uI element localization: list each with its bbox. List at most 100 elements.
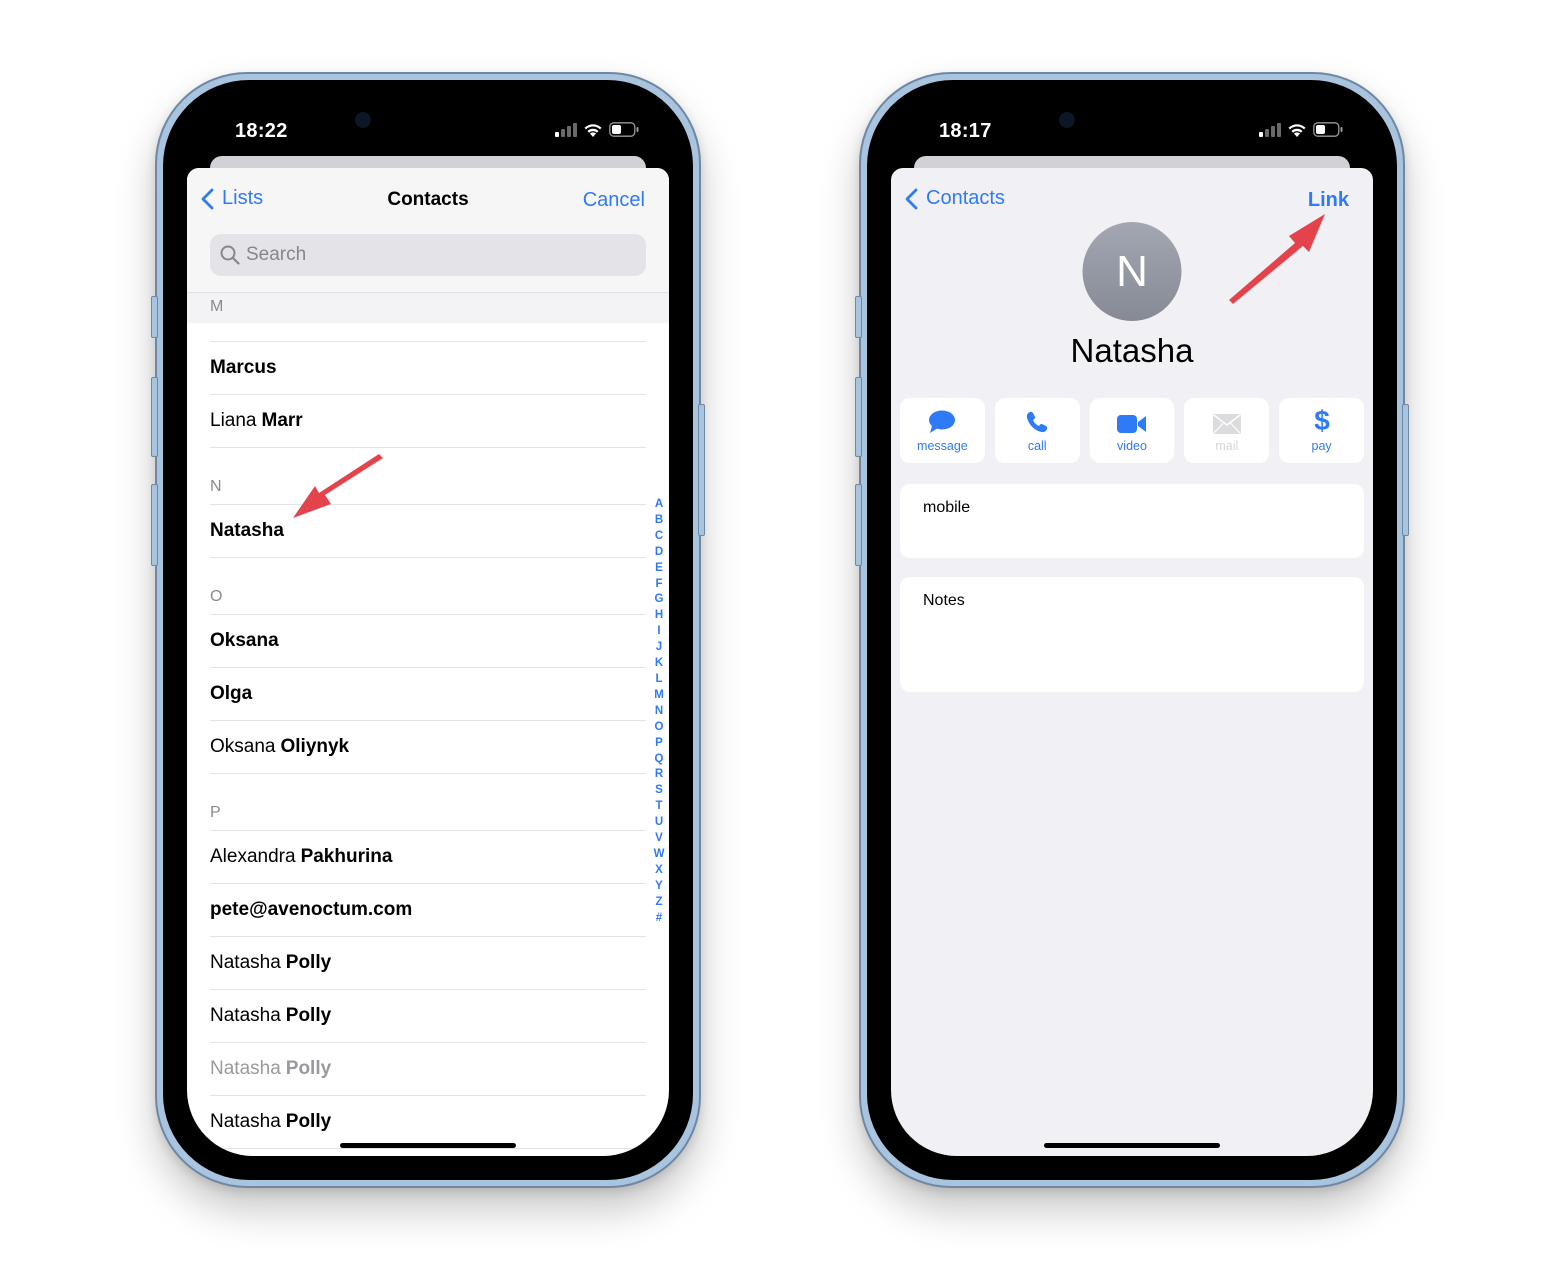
back-button[interactable]: Contacts [905,187,1005,210]
index-letter[interactable]: # [656,911,662,927]
mail-button[interactable]: mail [1184,398,1270,463]
volume-down-button [855,484,862,566]
index-letter[interactable]: Z [655,895,662,911]
battery-icon [1313,122,1343,137]
notes-field[interactable]: Notes [900,577,1364,692]
home-indicator[interactable] [340,1143,516,1148]
contact-row[interactable]: Oksana Oliynyk [210,720,646,774]
index-letter[interactable]: M [654,688,664,704]
power-button [698,404,705,536]
contact-row[interactable]: Natasha Polly [210,1042,646,1095]
contact-row[interactable]: Olga [210,667,646,720]
index-letter[interactable]: J [656,640,662,656]
section-letter: O [210,588,223,605]
contact-first-name: Natasha [210,952,281,973]
section-letter: N [210,478,222,495]
index-letter[interactable]: C [655,529,663,545]
mobile-label: mobile [923,499,971,516]
avatar-initial: N [1116,246,1148,296]
index-letter[interactable]: R [655,767,663,783]
message-button[interactable]: message [900,398,985,463]
front-camera [1059,112,1075,128]
index-letter[interactable]: L [655,672,662,688]
mute-switch [151,296,158,338]
contact-row[interactable]: Natasha Polly [210,1095,646,1149]
contact-first-name: Natasha [210,1058,281,1079]
cancel-button[interactable]: Cancel [583,189,645,212]
search-input[interactable]: Search [210,234,646,276]
bezel: 18:22 Lists Contacts Cancel Search M Mar… [163,80,693,1180]
index-letter[interactable]: Y [655,879,663,895]
index-letter[interactable]: I [657,624,660,640]
pay-button[interactable]: $ pay [1279,398,1364,463]
contact-row[interactable]: pete@avenoctum.com [210,883,646,936]
index-letter[interactable]: G [655,592,664,608]
contact-list[interactable]: M Marcus Liana Marr N Natasha O Oksana Olga Oksan… [187,292,669,1149]
call-label: call [1027,439,1047,453]
index-letter[interactable]: S [655,783,663,799]
right-screen: 18:17 Contacts Link N Natasha message ca… [891,104,1373,1156]
index-letter[interactable]: W [654,847,665,863]
mobile-field[interactable]: mobile [900,484,1364,558]
index-letter[interactable]: D [655,545,663,561]
contact-row[interactable]: Natasha Polly [210,989,646,1042]
index-letter[interactable]: B [655,513,663,529]
front-camera [355,112,371,128]
cellular-signal-icon [555,122,577,137]
search-icon [220,245,240,265]
section-letter: P [210,804,221,821]
index-letter[interactable]: K [655,656,663,672]
contact-last-name: Marr [261,410,303,431]
index-letter[interactable]: A [655,497,663,513]
contact-detail-sheet: Contacts Link N Natasha message call vid… [891,168,1373,1156]
contact-last-name: Natasha [210,520,284,541]
mail-label: mail [1215,439,1239,453]
index-letter[interactable]: E [655,561,663,577]
home-indicator[interactable] [1044,1143,1220,1148]
index-letter[interactable]: F [655,577,662,593]
index-letter[interactable]: H [655,608,663,624]
contact-row[interactable]: Natasha [210,504,646,558]
quick-actions: message call video mail $ pay [900,398,1364,463]
index-letter[interactable]: O [655,720,664,736]
contact-last-name: Olga [210,683,253,704]
message-bubble-icon [929,410,956,433]
index-letter[interactable]: N [655,704,663,720]
svg-text:$: $ [1314,406,1330,434]
contact-row[interactable]: Oksana [210,614,646,667]
bezel: 18:17 Contacts Link N Natasha message ca… [867,80,1397,1180]
status-time: 18:17 [939,120,992,142]
contact-last-name: Polly [285,1005,332,1026]
right-phone-frame: 18:17 Contacts Link N Natasha message ca… [855,72,1409,1188]
contact-name: Natasha [1070,332,1194,369]
link-button[interactable]: Link [1308,189,1349,212]
index-letter[interactable]: Q [655,752,664,768]
pay-label: pay [1311,439,1332,453]
index-letter[interactable]: T [655,799,662,815]
video-button[interactable]: video [1089,398,1175,463]
call-button[interactable]: call [994,398,1080,463]
contact-row[interactable]: Liana Marr [210,394,646,448]
contact-last-name: pete@avenoctum.com [210,899,413,920]
contact-first-name: Alexandra [210,846,296,867]
wifi-icon [584,124,602,137]
contact-first-name: Oksana [210,736,276,757]
index-letter[interactable]: P [655,736,663,752]
back-label: Contacts [926,187,1005,209]
phone-icon [1027,411,1048,433]
message-label: message [917,439,968,453]
section-index-bar[interactable]: A B C D E F G H I J K L M N O P Q R S T U V W X Y Z # [652,497,666,926]
contact-row[interactable]: Alexandra Pakhurina [210,830,646,883]
contact-first-name: Natasha [210,1111,281,1132]
contacts-picker-sheet: Lists Contacts Cancel Search M Marcus Lian… [187,168,669,1156]
index-letter[interactable]: V [655,831,663,847]
index-letter[interactable]: X [655,863,663,879]
video-camera-icon [1116,415,1146,433]
dollar-icon: $ [1314,406,1330,434]
video-label: video [1117,439,1147,453]
contact-row[interactable]: Marcus [210,341,646,394]
envelope-icon [1212,414,1241,434]
contact-row[interactable]: Natasha Polly [210,936,646,989]
battery-icon [609,122,639,137]
index-letter[interactable]: U [655,815,663,831]
